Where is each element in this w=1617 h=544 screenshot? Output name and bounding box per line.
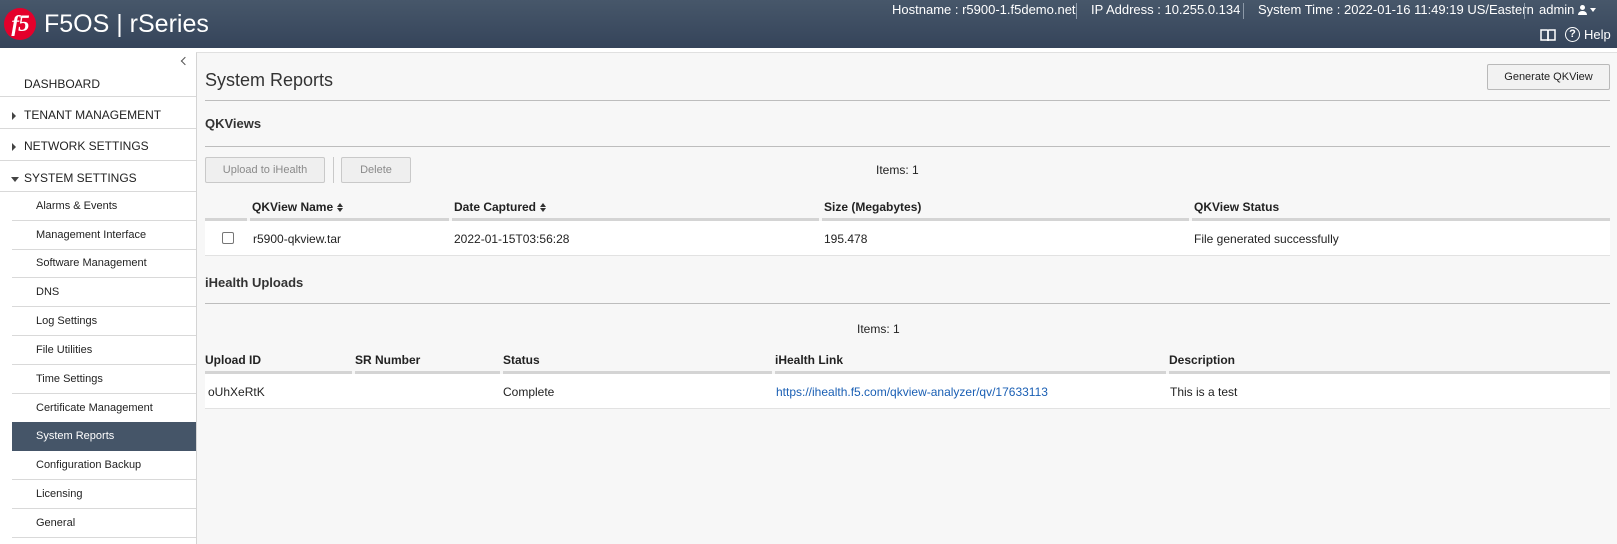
sidebar-item-system-settings[interactable]: SYSTEM SETTINGS [0,171,196,192]
sidebar-item-label: DNS [36,286,60,298]
sidebar-item-label: Configuration Backup [36,459,142,471]
date-captured-cell: 2022-01-15T03:56:28 [454,232,570,246]
sidebar-item-label: General [36,517,76,529]
user-name: admin [1539,2,1575,17]
sidebar-item-label: TENANT MANAGEMENT [24,108,162,122]
user-menu[interactable]: admin [1539,2,1597,17]
product-title: F5OS | rSeries [44,10,209,38]
column-header-status: Status [503,353,540,367]
section-divider [205,146,1610,147]
collapse-sidebar-icon[interactable] [180,55,190,67]
column-header-ihealth-link: iHealth Link [775,353,844,367]
user-icon [1578,5,1588,15]
sidebar-item-file-utilities[interactable]: File Utilities [12,336,196,365]
column-header-qkview-name[interactable]: QKView Name [252,200,344,214]
column-header-size: Size (Megabytes) [824,200,922,214]
book-icon[interactable] [1540,28,1556,42]
sidebar-item-alarms-events[interactable]: Alarms & Events [12,192,196,221]
sidebar-item-label: Licensing [36,488,83,500]
sidebar-item-certificate-management[interactable]: Certificate Management [12,394,196,423]
hostname-text: Hostname : r5900-1.f5demo.net [892,2,1076,17]
sidebar-item-dns[interactable]: DNS [12,278,196,307]
sidebar: DASHBOARD TENANT MANAGEMENT NETWORK SETT… [0,48,196,544]
qkview-name-cell: r5900-qkview.tar [253,232,342,246]
upload-id-cell: oUhXeRtK [208,385,265,399]
divider [0,128,196,129]
header-divider [1524,3,1525,19]
delete-button[interactable]: Delete [341,157,411,183]
sidebar-item-label: Software Management [36,257,147,269]
ihealth-link[interactable]: https://ihealth.f5.com/qkview-analyzer/q… [776,385,1048,399]
top-header: f5 F5OS | rSeries Hostname : r5900-1.f5d… [0,0,1617,48]
sidebar-item-configuration-backup[interactable]: Configuration Backup [12,451,196,480]
sidebar-item-label: System Reports [36,430,115,442]
sidebar-item-network-settings[interactable]: NETWORK SETTINGS [0,139,196,161]
column-header-label: QKView Name [252,200,334,214]
sidebar-item-tenant-management[interactable]: TENANT MANAGEMENT [0,108,196,129]
help-link[interactable]: Help [1584,27,1611,42]
sidebar-item-general[interactable]: General [12,509,196,538]
system-time-text: System Time : 2022-01-16 11:49:19 US/Eas… [1258,2,1534,17]
caret-down-icon [11,177,19,182]
ihealth-section-title: iHealth Uploads [205,275,304,290]
section-divider [205,303,1610,304]
ip-address-text: IP Address : 10.255.0.134 [1091,2,1241,17]
column-header-qkview-status: QKView Status [1194,200,1280,214]
ihealth-items-count: Items: 1 [857,322,900,336]
column-header-upload-id: Upload ID [205,353,261,367]
divider [0,96,196,97]
description-cell: This is a test [1170,385,1238,399]
sidebar-item-label: Alarms & Events [36,200,118,212]
page-title: System Reports [205,70,334,90]
qkviews-items-count: Items: 1 [876,163,919,177]
sidebar-item-time-settings[interactable]: Time Settings [12,365,196,394]
help-icon[interactable]: ? [1565,27,1580,42]
table-row: oUhXeRtK Complete https://ihealth.f5.com… [205,374,1610,409]
upload-to-ihealth-button[interactable]: Upload to iHealth [205,157,325,183]
sidebar-item-log-settings[interactable]: Log Settings [12,307,196,336]
sidebar-item-label: NETWORK SETTINGS [24,139,149,153]
row-checkbox[interactable] [222,232,234,244]
table-row: r5900-qkview.tar 2022-01-15T03:56:28 195… [205,221,1610,256]
sidebar-item-software-management[interactable]: Software Management [12,249,196,278]
sidebar-item-label: File Utilities [36,344,93,356]
qkviews-section-title: QKViews [205,116,262,131]
sidebar-item-management-interface[interactable]: Management Interface [12,221,196,250]
sidebar-item-label: Certificate Management [36,402,153,414]
column-header-description: Description [1169,353,1236,367]
chevron-down-icon [1590,8,1597,12]
title-divider [205,100,1610,101]
divider [0,160,196,161]
sidebar-item-label: DASHBOARD [24,77,101,91]
column-header-sr-number: SR Number [355,353,421,367]
qkview-status-cell: File generated successfully [1194,232,1339,246]
size-cell: 195.478 [824,232,868,246]
sort-icon [337,203,344,212]
button-divider [333,157,334,183]
sidebar-item-label: SYSTEM SETTINGS [24,171,137,185]
sort-icon [540,203,547,212]
sidebar-item-label: Time Settings [36,373,103,385]
caret-right-icon [12,143,16,151]
main-content: System Reports Generate QKView QKViews U… [196,52,1617,544]
status-cell: Complete [503,385,555,399]
sidebar-item-system-reports[interactable]: System Reports [12,422,196,451]
sidebar-item-licensing[interactable]: Licensing [12,480,196,509]
sidebar-item-label: Management Interface [36,229,147,241]
sidebar-item-label: Log Settings [36,315,98,327]
header-divider [1076,3,1077,19]
generate-qkview-button[interactable]: Generate QKView [1487,64,1610,90]
column-header-date-captured[interactable]: Date Captured [454,200,547,214]
f5-logo[interactable]: f5 [4,8,36,40]
sidebar-item-dashboard[interactable]: DASHBOARD [0,77,196,97]
column-header-label: Date Captured [454,200,537,214]
header-divider [1243,3,1244,19]
caret-right-icon [12,112,16,120]
